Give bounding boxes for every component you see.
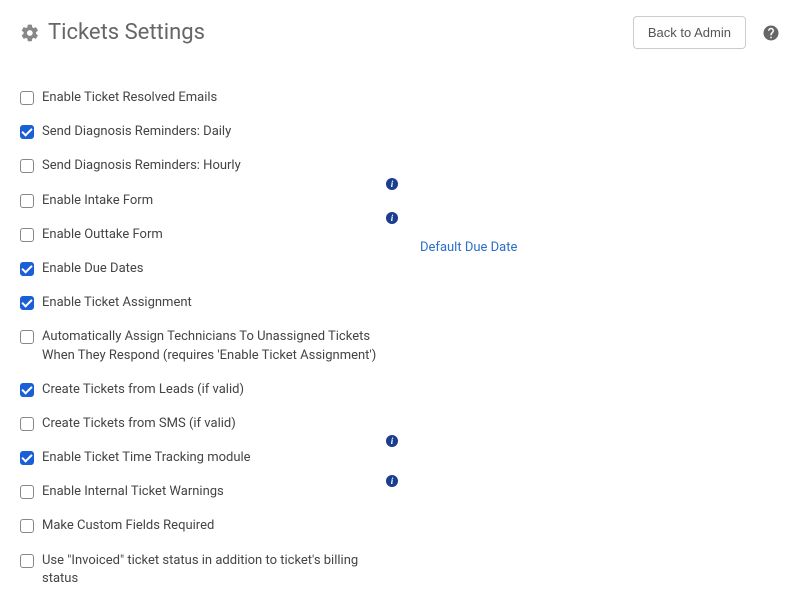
- use-invoiced-status-checkbox[interactable]: [20, 554, 34, 568]
- setting-row-create-tickets-sms: Create Tickets from SMS (if valid): [20, 407, 390, 441]
- auto-assign-techs-label: Automatically Assign Technicians To Unas…: [42, 328, 390, 364]
- create-tickets-sms-label: Create Tickets from SMS (if valid): [42, 415, 236, 433]
- back-to-admin-button[interactable]: Back to Admin: [633, 16, 746, 49]
- enable-internal-warnings-label: Enable Internal Ticket Warnings: [42, 483, 224, 501]
- send-diag-daily-label: Send Diagnosis Reminders: Daily: [42, 123, 231, 141]
- enable-time-tracking-info-icon[interactable]: i: [386, 435, 398, 447]
- enable-intake-form-checkbox[interactable]: [20, 194, 34, 208]
- help-icon[interactable]: [762, 24, 780, 42]
- content: Enable Ticket Resolved Emails Send Diagno…: [0, 61, 800, 596]
- setting-row-send-diag-daily: Send Diagnosis Reminders: Daily: [20, 115, 390, 149]
- enable-due-dates-label: Enable Due Dates: [42, 260, 144, 278]
- setting-row-enable-internal-warnings: Enable Internal Ticket Warningsi: [20, 475, 390, 509]
- enable-resolved-emails-label: Enable Ticket Resolved Emails: [42, 89, 217, 107]
- send-diag-daily-checkbox[interactable]: [20, 125, 34, 139]
- setting-row-enable-outtake-form: Enable Outtake Formi: [20, 218, 390, 252]
- setting-row-enable-resolved-emails: Enable Ticket Resolved Emails: [20, 81, 390, 115]
- enable-internal-warnings-checkbox[interactable]: [20, 485, 34, 499]
- setting-row-custom-fields-required: Make Custom Fields Required: [20, 509, 390, 543]
- enable-ticket-assignment-label: Enable Ticket Assignment: [42, 294, 192, 312]
- auto-assign-techs-checkbox[interactable]: [20, 330, 34, 344]
- enable-due-dates-checkbox[interactable]: [20, 262, 34, 276]
- title-wrap: Tickets Settings: [20, 20, 205, 45]
- setting-row-enable-due-dates: Enable Due Dates: [20, 252, 390, 286]
- enable-outtake-form-info-icon[interactable]: i: [386, 212, 398, 224]
- create-tickets-leads-checkbox[interactable]: [20, 383, 34, 397]
- enable-outtake-form-label: Enable Outtake Form: [42, 226, 163, 244]
- enable-intake-form-label: Enable Intake Form: [42, 192, 153, 210]
- setting-row-enable-ticket-assignment: Enable Ticket Assignment: [20, 286, 390, 320]
- enable-intake-form-info-icon[interactable]: i: [386, 178, 398, 190]
- enable-ticket-assignment-checkbox[interactable]: [20, 296, 34, 310]
- setting-row-create-tickets-leads: Create Tickets from Leads (if valid): [20, 373, 390, 407]
- custom-fields-required-checkbox[interactable]: [20, 519, 34, 533]
- enable-outtake-form-checkbox[interactable]: [20, 228, 34, 242]
- enable-resolved-emails-checkbox[interactable]: [20, 91, 34, 105]
- use-invoiced-status-label: Use "Invoiced" ticket status in addition…: [42, 552, 390, 588]
- enable-time-tracking-label: Enable Ticket Time Tracking module: [42, 449, 251, 467]
- create-tickets-leads-label: Create Tickets from Leads (if valid): [42, 381, 244, 399]
- header-right: Back to Admin: [633, 16, 780, 49]
- setting-row-send-diag-hourly: Send Diagnosis Reminders: Hourly: [20, 149, 390, 183]
- page-title: Tickets Settings: [48, 20, 205, 45]
- setting-row-use-invoiced-status: Use "Invoiced" ticket status in addition…: [20, 544, 390, 596]
- custom-fields-required-label: Make Custom Fields Required: [42, 517, 214, 535]
- default-due-date-link[interactable]: Default Due Date: [420, 240, 517, 255]
- setting-row-enable-intake-form: Enable Intake Formi: [20, 184, 390, 218]
- send-diag-hourly-label: Send Diagnosis Reminders: Hourly: [42, 157, 241, 175]
- settings-column: Enable Ticket Resolved Emails Send Diagno…: [20, 81, 390, 596]
- setting-row-enable-time-tracking: Enable Ticket Time Tracking modulei: [20, 441, 390, 475]
- enable-time-tracking-checkbox[interactable]: [20, 451, 34, 465]
- page-header: Tickets Settings Back to Admin: [0, 0, 800, 61]
- gear-icon: [20, 23, 40, 43]
- create-tickets-sms-checkbox[interactable]: [20, 417, 34, 431]
- setting-row-auto-assign-techs: Automatically Assign Technicians To Unas…: [20, 320, 390, 372]
- send-diag-hourly-checkbox[interactable]: [20, 159, 34, 173]
- enable-internal-warnings-info-icon[interactable]: i: [386, 475, 398, 487]
- side-column: Default Due Date: [420, 81, 780, 596]
